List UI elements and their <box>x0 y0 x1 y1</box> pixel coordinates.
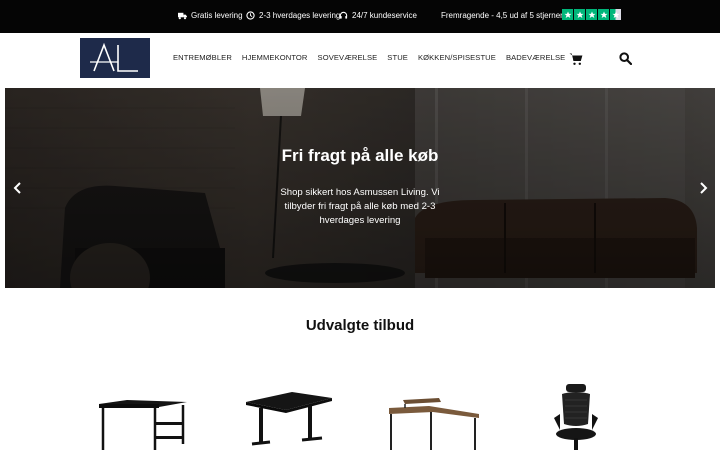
site-logo[interactable] <box>80 38 150 78</box>
product-card-corner-desk[interactable] <box>383 378 483 450</box>
headset-icon <box>339 11 348 19</box>
star-icon <box>598 9 609 20</box>
top-bar: Gratis levering 2-3 hverdages levering 2… <box>0 0 720 33</box>
product-image <box>246 392 332 446</box>
star-icon <box>562 9 573 20</box>
product-image <box>554 384 598 450</box>
product-card-standing-desk[interactable] <box>242 378 334 450</box>
chevron-left-icon[interactable] <box>12 180 24 196</box>
usp-free-delivery: Gratis levering <box>178 11 243 20</box>
nav-hjemmekontor[interactable]: HJEMMEKONTOR <box>242 53 313 62</box>
usp-delivery-time: 2-3 hverdages levering <box>246 11 340 20</box>
clock-icon <box>246 11 255 20</box>
usp-label: 2-3 hverdages levering <box>259 11 341 20</box>
usp-customer-service: 24/7 kundeservice <box>339 11 417 20</box>
usp-label: Gratis levering <box>191 11 243 20</box>
product-image <box>389 398 479 450</box>
nav-badevaerelse[interactable]: BADEVÆRELSE <box>506 53 570 62</box>
star-icon <box>574 9 585 20</box>
product-card-desk-shelves[interactable] <box>97 378 189 450</box>
main-nav: ENTREMØBLER HJEMMEKONTOR SOVEVÆRELSE STU… <box>173 53 575 62</box>
section-title: Udvalgte tilbud <box>305 317 415 334</box>
product-image <box>99 400 187 450</box>
truck-icon <box>178 12 187 20</box>
hero-title: Fri fragt på alle køb <box>281 146 439 165</box>
logo-mark <box>80 38 150 78</box>
hero-description: Shop sikkert hos Asmussen Living. Vi til… <box>280 187 440 226</box>
usp-label: 24/7 kundeservice <box>352 11 417 20</box>
site-header: ENTREMØBLER HJEMMEKONTOR SOVEVÆRELSE STU… <box>0 33 720 88</box>
star-icon <box>586 9 597 20</box>
cart-icon[interactable] <box>569 52 583 66</box>
hero-banner[interactable]: Fri fragt på alle køb Shop sikkert hos A… <box>5 88 715 288</box>
nav-sovevaerelse[interactable]: SOVEVÆRELSE <box>318 53 383 62</box>
nav-entremobler[interactable]: ENTREMØBLER <box>173 53 237 62</box>
product-card-office-chair[interactable] <box>546 378 606 450</box>
trustpilot-rating-text: Fremragende - 4,5 ud af 5 stjerner <box>441 11 563 20</box>
trustpilot-stars[interactable] <box>562 9 621 20</box>
nav-stue[interactable]: STUE <box>387 53 413 62</box>
star-half-icon <box>610 9 621 20</box>
nav-kokken-spisestue[interactable]: KØKKEN/SPISESTUE <box>418 53 501 62</box>
search-icon[interactable] <box>619 52 632 65</box>
chevron-right-icon[interactable] <box>697 180 709 196</box>
